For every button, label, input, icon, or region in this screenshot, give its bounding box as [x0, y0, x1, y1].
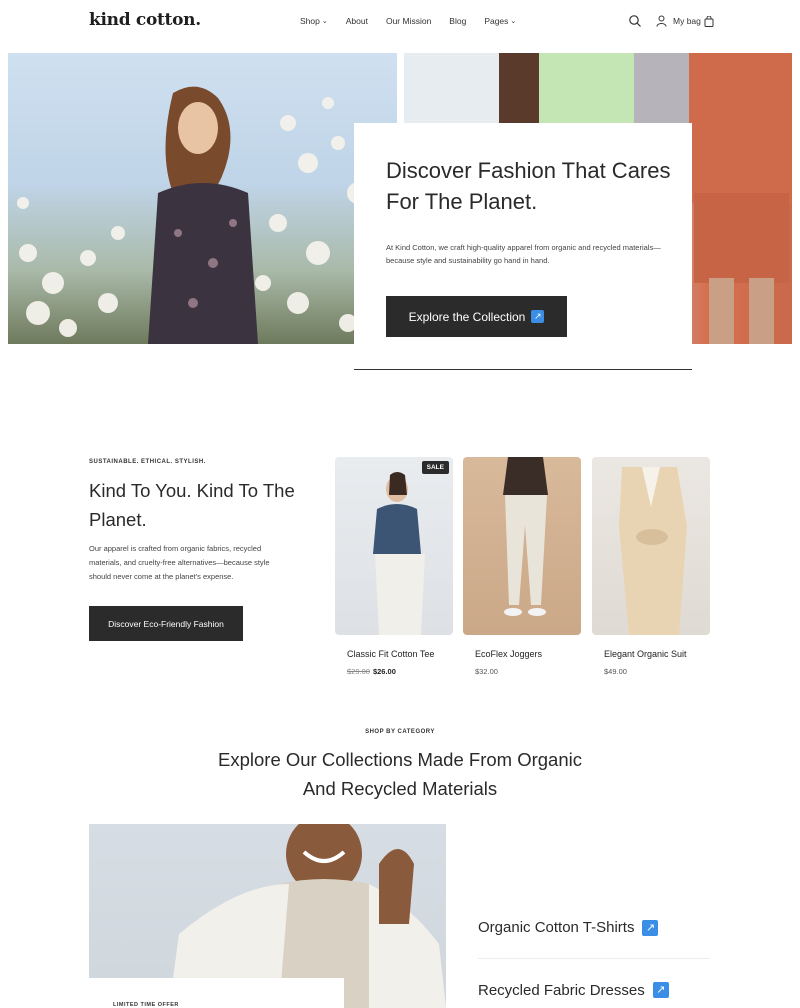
- product-photo-suit: [619, 467, 687, 635]
- category-link-recycled-fabric-dresses[interactable]: Recycled Fabric Dresses ↗: [478, 959, 710, 1008]
- nav-label: Shop: [300, 16, 320, 26]
- nav-label: Our Mission: [385, 16, 432, 26]
- hero-photo-illustration: [17, 86, 391, 344]
- product-price: $29.00 $26.00: [347, 667, 453, 676]
- intro-title: Kind To You. Kind To The Planet.: [89, 480, 295, 530]
- product-photo-joggers: [503, 457, 548, 616]
- product-price: $32.00: [475, 667, 498, 676]
- bag-label: My bag: [673, 16, 701, 26]
- product-name[interactable]: Elegant Organic Suit: [604, 649, 710, 659]
- button-label: Discover Eco-Friendly Fashion: [108, 618, 224, 629]
- nav-item-about[interactable]: About: [346, 16, 368, 26]
- arrow-up-right-icon: ↗: [531, 310, 545, 323]
- discover-eco-fashion-button[interactable]: Discover Eco-Friendly Fashion: [89, 606, 243, 641]
- main-nav: Shop ⌄ About Our Mission Blog Pages ⌄: [300, 16, 534, 26]
- nav-item-shop[interactable]: Shop ⌄: [300, 16, 328, 26]
- nav-label: Blog: [449, 16, 467, 26]
- arrow-up-right-icon: ↗: [642, 919, 659, 936]
- hero-card: Discover Fashion That Cares For The Plan…: [354, 123, 692, 370]
- my-bag-button[interactable]: My bag: [656, 15, 714, 27]
- sale-badge: SALE: [421, 461, 449, 474]
- offer-panel: LIMITED TIME OFFER: [89, 978, 344, 1008]
- explore-collection-button[interactable]: Explore the Collection ↗: [386, 296, 567, 337]
- nav-item-pages[interactable]: Pages ⌄: [484, 16, 516, 26]
- intro-eyebrow: SUSTAINABLE. ETHICAL. STYLISH.: [89, 459, 206, 465]
- product-price: $49.00: [604, 667, 627, 676]
- intro-description: Our apparel is crafted from organic fabr…: [89, 544, 270, 581]
- button-label: Explore the Collection: [408, 309, 526, 324]
- chevron-down-icon: ⌄: [510, 18, 517, 25]
- nav-item-our-mission[interactable]: Our Mission: [386, 16, 431, 26]
- category-title: Explore Our Collections Made From Organi…: [218, 749, 582, 799]
- category-list: Organic Cotton T-Shirts ↗ Recycled Fabri…: [478, 897, 710, 1008]
- sale-price: $26.00: [372, 667, 396, 676]
- user-icon: [656, 15, 667, 27]
- chevron-down-icon: ⌄: [321, 18, 328, 25]
- bag-icon: [704, 15, 714, 27]
- product-card[interactable]: SALE Classic Fit Cotton Tee $29.00 $26.00: [335, 457, 453, 676]
- category-label: Recycled Fabric Dresses: [478, 981, 645, 999]
- hero-image-cotton-field: [8, 53, 397, 344]
- nav-label: About: [345, 16, 368, 26]
- category-eyebrow: SHOP BY CATEGORY: [365, 729, 435, 735]
- nav-label: Pages: [484, 16, 509, 26]
- header-actions: My bag: [628, 14, 714, 28]
- arrow-up-right-icon: ↗: [652, 982, 669, 998]
- category-label: Organic Cotton T-Shirts: [478, 919, 635, 936]
- hero-title: Discover Fashion That Cares For The Plan…: [386, 158, 671, 214]
- site-header: kind cotton. Shop ⌄ About Our Mission Blo…: [0, 0, 800, 46]
- offer-label: LIMITED TIME OFFER: [113, 1002, 179, 1008]
- product-photo-tee: [373, 472, 425, 635]
- search-icon: [629, 15, 641, 27]
- product-card[interactable]: EcoFlex Joggers $32.00: [463, 457, 581, 676]
- product-image[interactable]: [463, 457, 581, 635]
- category-link-organic-cotton-tshirts[interactable]: Organic Cotton T-Shirts ↗: [478, 897, 710, 959]
- product-name[interactable]: EcoFlex Joggers: [475, 649, 581, 659]
- search-button[interactable]: [628, 14, 656, 28]
- old-price: $29.00: [347, 667, 370, 676]
- nav-item-blog[interactable]: Blog: [449, 16, 466, 26]
- product-image[interactable]: [592, 457, 710, 635]
- product-name[interactable]: Classic Fit Cotton Tee: [347, 649, 453, 659]
- logo[interactable]: kind cotton.: [89, 10, 201, 30]
- product-image[interactable]: SALE: [335, 457, 453, 635]
- product-card[interactable]: Elegant Organic Suit $49.00: [592, 457, 710, 676]
- hero-description: At Kind Cotton, we craft high-quality ap…: [386, 243, 661, 265]
